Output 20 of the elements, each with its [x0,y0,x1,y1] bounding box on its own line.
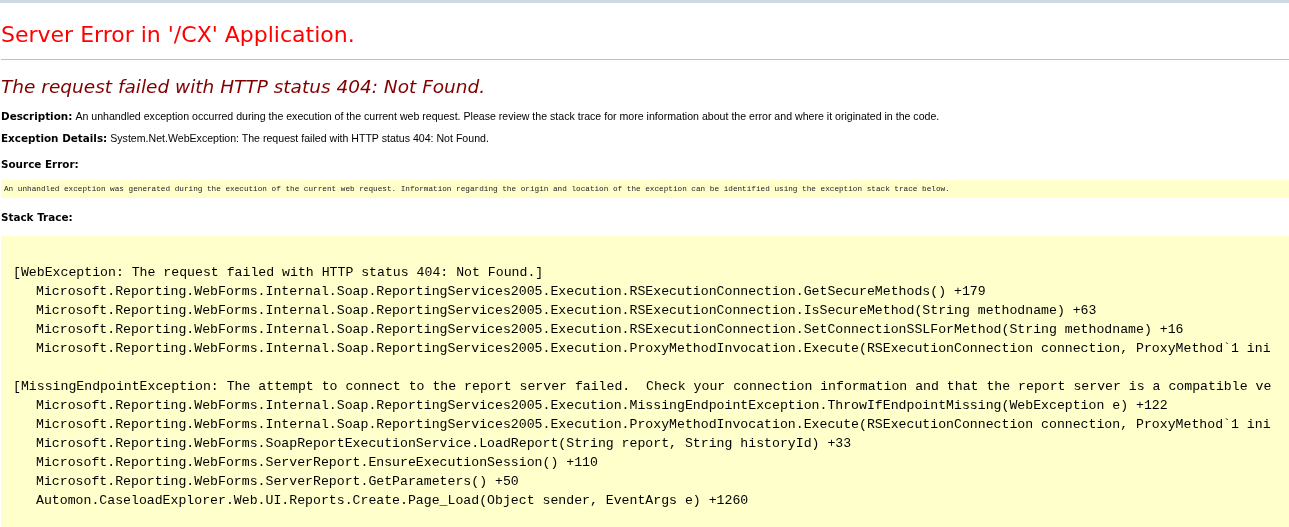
error-message: The request failed with HTTP status 404: Not Found. [1,75,487,99]
section-heading: Stack Trace: [1,210,74,224]
stack-frame: Microsoft.Reporting.WebForms.SoapReportExecutionService.LoadReport(String report, String historyId) +33 [13,434,852,453]
stack-frame: Automon.CaseloadExplorer.Web.UI.Reports.Create.Page_Load(Object sender, EventArgs e) +1260 [13,491,749,510]
exception-line: [MissingEndpointException: The attempt to connect to the report server failed. Check your connection information and that the report server is a compatible ve [13,378,1272,396]
stack-frame: Microsoft.Reporting.WebForms.Internal.Soap.ReportingServices2005.Execution.ProxyMethodInvocation.Execute(RSExecutionConnection connection, ProxyMethod`1 ini [13,339,1271,358]
stack-frame: Microsoft.Reporting.WebForms.Internal.Soap.ReportingServices2005.Execution.RSExecutionConnection.IsSecureMethod(String methodname) +63 [13,301,1097,320]
page-title: Server Error in '/CX' Application. [1,21,356,49]
stack-frame: Microsoft.Reporting.WebForms.Internal.Soap.ReportingServices2005.Execution.ProxyMethodInvocation.Execute(RSExecutionConnection connection, ProxyMethod`1 ini [13,415,1271,434]
section-heading: Source Error: [1,157,80,171]
stack-frame: Microsoft.Reporting.WebForms.Internal.Soap.ReportingServices2005.Execution.RSExecutionConnection.GetSecureMethods() +179 [13,282,986,301]
stack-frame: Microsoft.Reporting.WebForms.ServerReport.GetParameters() +50 [13,472,519,491]
detail-text: System.Net.WebException: The request failed with HTTP status 404: Not Found. [110,131,489,145]
detail-label: Description: [1,109,73,123]
stack-frame: Microsoft.Reporting.WebForms.Internal.Soap.ReportingServices2005.Execution.RSExecutionConnection.SetConnectionSSLForMethod(String methodname) +16 [13,320,1184,339]
detail-text: An unhandled exception occurred during the execution of the current web request. Please review the stack trace for more information about the error and where it originated in the code. [75,109,940,123]
detail-label: Exception Details: [1,131,108,145]
stack-frame: Microsoft.Reporting.WebForms.ServerReport.EnsureExecutionSession() +110 [13,453,598,472]
exception-line: [WebException: The request failed with HTTP status 404: Not Found.] [13,264,544,282]
stack-frame: Microsoft.Reporting.WebForms.Internal.Soap.ReportingServices2005.Execution.MissingEndpointException.ThrowIfEndpointMissing(WebException e) +122 [13,396,1168,415]
